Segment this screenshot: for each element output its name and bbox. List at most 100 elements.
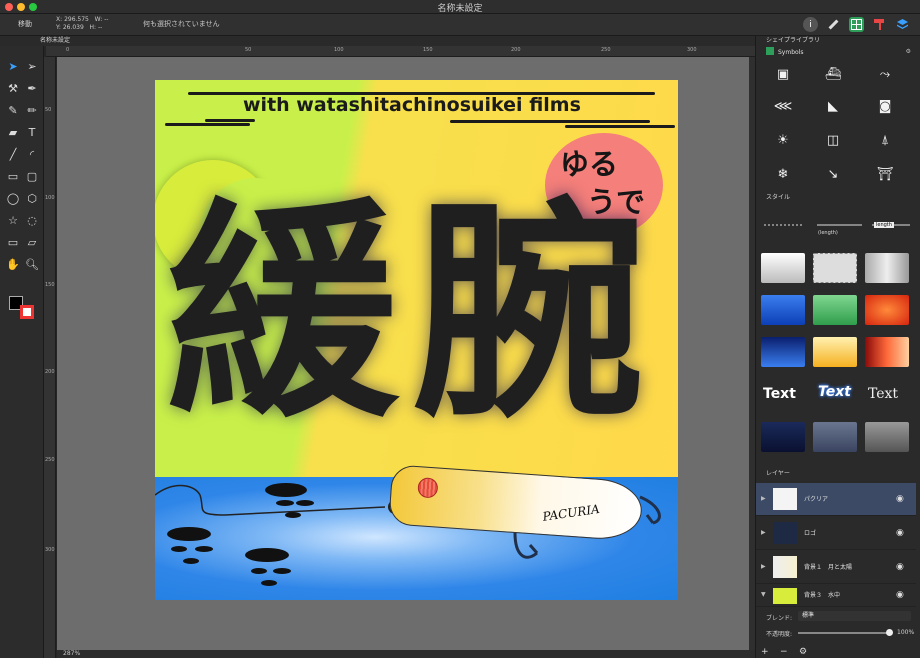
polygon-tool-icon[interactable]: ⬡ bbox=[24, 190, 40, 206]
ship-icon[interactable]: ⛴ bbox=[822, 64, 844, 84]
grid-icon[interactable] bbox=[849, 17, 864, 32]
x-label: X: bbox=[56, 16, 63, 23]
info-icon[interactable]: i bbox=[803, 17, 818, 32]
settings-gear-icon[interactable]: ⚙ bbox=[906, 47, 911, 57]
layers-icon[interactable] bbox=[895, 17, 910, 32]
pen-icon[interactable]: ✒ bbox=[24, 80, 40, 96]
remove-layer-icon[interactable]: − bbox=[780, 647, 788, 657]
style-swatch-white[interactable] bbox=[761, 253, 805, 283]
fish-silhouette bbox=[296, 500, 314, 506]
text-tool-icon[interactable]: T bbox=[24, 124, 40, 140]
w-label: W: bbox=[94, 16, 103, 23]
seal-icon[interactable]: ◣ bbox=[822, 96, 844, 116]
document-tab[interactable]: 名称未設定 bbox=[40, 36, 70, 46]
disclosure-triangle-icon[interactable]: ▶ bbox=[761, 563, 766, 570]
camera-icon[interactable]: ◙ bbox=[874, 96, 896, 116]
text-style-glow[interactable]: Text bbox=[818, 384, 851, 400]
fish-icon[interactable]: ⋘ bbox=[772, 96, 794, 116]
app-window: 名称未設定 移動 X: 296.575 W: -- Y: 26.039 H: -… bbox=[0, 0, 920, 658]
magic-wand-icon[interactable]: ⚒ bbox=[5, 80, 21, 96]
library-select[interactable]: Symbols ⚙ bbox=[766, 47, 911, 57]
skew-tool-icon[interactable]: ▱ bbox=[24, 234, 40, 250]
fish-silhouette bbox=[265, 483, 307, 497]
style-swatch-dark-blue[interactable] bbox=[761, 422, 805, 452]
style-swatch-green[interactable] bbox=[813, 295, 857, 325]
tower-icon[interactable]: ⍋ bbox=[874, 130, 896, 150]
snowflake-icon[interactable]: ❄ bbox=[772, 164, 794, 184]
ellipse-tool-icon[interactable]: ◯ bbox=[5, 190, 21, 206]
paint-roller-icon[interactable] bbox=[872, 17, 887, 32]
eye-icon[interactable]: ◉ bbox=[896, 590, 904, 600]
layer-thumbnail bbox=[773, 522, 797, 544]
canvas-area[interactable]: with watashitachinosuikei films ゆる うで 緩 … bbox=[57, 57, 755, 650]
fish-silhouette bbox=[273, 568, 291, 574]
eraser-icon[interactable]: ▰ bbox=[5, 124, 21, 140]
ruler-tick-label: 50 bbox=[245, 47, 252, 53]
star-tool-icon[interactable]: ☆ bbox=[5, 212, 21, 228]
brush-icon[interactable]: ✎ bbox=[5, 102, 21, 118]
select-arrow-icon[interactable]: ➤ bbox=[5, 58, 21, 74]
shape-library-title: シェイプライブラリ bbox=[766, 37, 821, 44]
ruler-tick-label: 200 bbox=[45, 369, 55, 375]
ruler-tick-label: 150 bbox=[423, 47, 433, 53]
blend-label: ブレンド: bbox=[766, 615, 793, 622]
binoculars-icon[interactable]: ◫ bbox=[822, 130, 844, 150]
arrow-down-icon[interactable]: ↘ bbox=[822, 164, 844, 184]
crop-tool-icon[interactable]: ▭ bbox=[5, 234, 21, 250]
fish-silhouette bbox=[167, 527, 211, 541]
style-swatch-silver[interactable] bbox=[865, 253, 909, 283]
fish-silhouette bbox=[171, 546, 187, 552]
artboard[interactable]: with watashitachinosuikei films ゆる うで 緩 … bbox=[155, 80, 678, 600]
text-style-plain[interactable]: Text bbox=[763, 386, 796, 402]
style-swatch-navy[interactable] bbox=[761, 337, 805, 367]
zoom-tool-icon[interactable]: 🔍︎ bbox=[24, 256, 40, 272]
style-swatch-blue[interactable] bbox=[761, 295, 805, 325]
blend-mode-select[interactable]: 標準 bbox=[798, 611, 911, 621]
ruler-tick-label: 300 bbox=[45, 547, 55, 553]
eye-icon[interactable]: ◉ bbox=[896, 528, 904, 538]
style-swatch-gold[interactable] bbox=[813, 337, 857, 367]
symbols-icon bbox=[766, 47, 774, 55]
style-swatch-slate[interactable] bbox=[813, 422, 857, 452]
swimmer-icon[interactable]: ⤳ bbox=[874, 64, 896, 84]
hand-tool-icon[interactable]: ✋ bbox=[5, 256, 21, 272]
kanji-character-2: 腕 bbox=[413, 179, 646, 449]
rectangle-tool-icon[interactable]: ▭ bbox=[5, 168, 21, 184]
layer-gear-icon[interactable]: ⚙ bbox=[799, 647, 807, 657]
eye-icon[interactable]: ◉ bbox=[896, 562, 904, 572]
style-swatch-red[interactable] bbox=[865, 295, 909, 325]
opacity-slider-knob[interactable] bbox=[886, 629, 893, 636]
layer-row[interactable]: ▶ 背景１ 月と太陽 ◉ bbox=[756, 551, 916, 584]
style-length-label: (length) bbox=[818, 230, 838, 236]
disclosure-triangle-icon[interactable]: ▼ bbox=[761, 591, 766, 598]
disclosure-triangle-icon[interactable]: ▶ bbox=[761, 495, 766, 502]
layer-row[interactable]: ▼ 背景３ 水中 ◉ bbox=[756, 585, 916, 607]
opacity-slider[interactable] bbox=[798, 632, 888, 634]
pencil-icon[interactable]: ✏ bbox=[24, 102, 40, 118]
style-swatch-gray[interactable] bbox=[865, 422, 909, 452]
stroke-color-swatch[interactable] bbox=[20, 305, 34, 319]
ruler-icon[interactable] bbox=[826, 17, 841, 32]
y-value: 26.039 bbox=[62, 24, 84, 31]
eye-icon[interactable]: ◉ bbox=[896, 494, 904, 504]
rounded-rect-tool-icon[interactable]: ▢ bbox=[24, 168, 40, 184]
text-style-serif[interactable]: Text bbox=[868, 386, 898, 402]
layer-name: ロゴ bbox=[804, 530, 817, 537]
arc-tool-icon[interactable]: ◜ bbox=[24, 146, 40, 162]
zoom-level[interactable]: 287% bbox=[63, 650, 80, 658]
layer-row[interactable]: ▶ ロゴ ◉ bbox=[756, 517, 916, 550]
life-vest-icon[interactable]: ▣ bbox=[772, 64, 794, 84]
direct-select-icon[interactable]: ➢ bbox=[24, 58, 40, 74]
sun-icon[interactable]: ☀ bbox=[772, 130, 794, 150]
lure-eye bbox=[417, 477, 439, 499]
line-tool-icon[interactable]: ╱ bbox=[5, 146, 21, 162]
temple-icon[interactable]: ⛩ bbox=[874, 164, 896, 184]
layer-row[interactable]: ▶ パクリア ◉ bbox=[756, 483, 916, 516]
spiral-tool-icon[interactable]: ◌ bbox=[24, 212, 40, 228]
add-layer-icon[interactable]: + bbox=[761, 647, 769, 657]
style-swatch-dashed[interactable] bbox=[813, 253, 857, 283]
style-swatch-fire[interactable] bbox=[865, 337, 909, 367]
layers-title: レイヤー bbox=[766, 470, 790, 477]
disclosure-triangle-icon[interactable]: ▶ bbox=[761, 529, 766, 536]
ruler-tick-label: 200 bbox=[511, 47, 521, 53]
